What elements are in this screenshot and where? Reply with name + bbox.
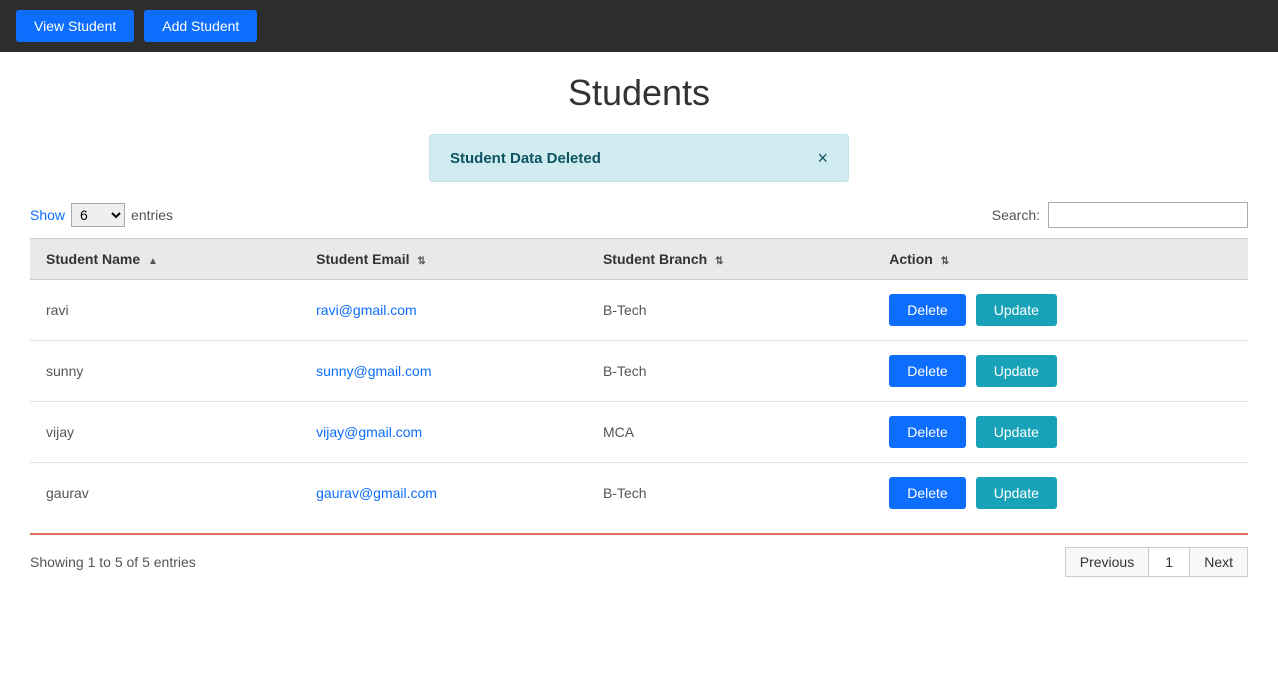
cell-action: Delete Update xyxy=(873,280,1248,341)
cell-action: Delete Update xyxy=(873,341,1248,402)
col-branch-sort-icon: ⇅ xyxy=(715,256,723,267)
cell-email: gaurav@gmail.com xyxy=(300,463,587,524)
cell-email: vijay@gmail.com xyxy=(300,402,587,463)
table-header: Student Name ▲ Student Email ⇅ Student B… xyxy=(30,239,1248,280)
col-name-sort-icon: ▲ xyxy=(148,256,158,267)
table-row: sunny sunny@gmail.com B-Tech Delete Upda… xyxy=(30,341,1248,402)
cell-name: vijay xyxy=(30,402,300,463)
col-branch-label: Student Branch xyxy=(603,251,707,267)
col-action-label: Action xyxy=(889,251,933,267)
page-title: Students xyxy=(30,72,1248,114)
cell-email: ravi@gmail.com xyxy=(300,280,587,341)
entries-label: entries xyxy=(131,207,173,223)
col-action[interactable]: Action ⇅ xyxy=(873,239,1248,280)
search-input[interactable] xyxy=(1048,202,1248,228)
cell-email: sunny@gmail.com xyxy=(300,341,587,402)
table-row: vijay vijay@gmail.com MCA Delete Update xyxy=(30,402,1248,463)
table-body: ravi ravi@gmail.com B-Tech Delete Update… xyxy=(30,280,1248,524)
cell-name: ravi xyxy=(30,280,300,341)
alert-message: Student Data Deleted xyxy=(450,150,601,167)
cell-action: Delete Update xyxy=(873,463,1248,524)
main-content: Students Student Data Deleted × Show 6 1… xyxy=(0,52,1278,597)
col-name[interactable]: Student Name ▲ xyxy=(30,239,300,280)
students-table: Student Name ▲ Student Email ⇅ Student B… xyxy=(30,238,1248,523)
add-student-button[interactable]: Add Student xyxy=(144,10,257,42)
search-label: Search: xyxy=(992,207,1040,223)
page-number: 1 xyxy=(1149,547,1189,577)
col-name-label: Student Name xyxy=(46,251,140,267)
delete-button[interactable]: Delete xyxy=(889,294,965,326)
update-button[interactable]: Update xyxy=(976,355,1057,387)
cell-branch: B-Tech xyxy=(587,280,873,341)
cell-action: Delete Update xyxy=(873,402,1248,463)
update-button[interactable]: Update xyxy=(976,294,1057,326)
search-group: Search: xyxy=(992,202,1248,228)
update-button[interactable]: Update xyxy=(976,477,1057,509)
alert-banner: Student Data Deleted × xyxy=(429,134,849,182)
table-controls: Show 6 10 25 50 100 entries Search: xyxy=(30,202,1248,228)
next-button[interactable]: Next xyxy=(1189,547,1248,577)
showing-text: Showing 1 to 5 of 5 entries xyxy=(30,554,196,570)
pagination: Previous 1 Next xyxy=(1065,547,1248,577)
alert-close-button[interactable]: × xyxy=(817,149,828,167)
table-row: gaurav gaurav@gmail.com B-Tech Delete Up… xyxy=(30,463,1248,524)
previous-button[interactable]: Previous xyxy=(1065,547,1149,577)
show-entries-control: Show 6 10 25 50 100 entries xyxy=(30,203,173,227)
col-action-sort-icon: ⇅ xyxy=(941,256,949,267)
col-email[interactable]: Student Email ⇅ xyxy=(300,239,587,280)
cell-name: sunny xyxy=(30,341,300,402)
cell-branch: B-Tech xyxy=(587,341,873,402)
col-branch[interactable]: Student Branch ⇅ xyxy=(587,239,873,280)
delete-button[interactable]: Delete xyxy=(889,477,965,509)
show-label: Show xyxy=(30,207,65,223)
col-email-label: Student Email xyxy=(316,251,409,267)
cell-branch: MCA xyxy=(587,402,873,463)
cell-name: gaurav xyxy=(30,463,300,524)
view-student-button[interactable]: View Student xyxy=(16,10,134,42)
delete-button[interactable]: Delete xyxy=(889,416,965,448)
navbar: View Student Add Student xyxy=(0,0,1278,52)
cell-branch: B-Tech xyxy=(587,463,873,524)
update-button[interactable]: Update xyxy=(976,416,1057,448)
col-email-sort-icon: ⇅ xyxy=(417,256,425,267)
table-row: ravi ravi@gmail.com B-Tech Delete Update xyxy=(30,280,1248,341)
table-footer: Showing 1 to 5 of 5 entries Previous 1 N… xyxy=(30,533,1248,577)
entries-select[interactable]: 6 10 25 50 100 xyxy=(71,203,125,227)
delete-button[interactable]: Delete xyxy=(889,355,965,387)
